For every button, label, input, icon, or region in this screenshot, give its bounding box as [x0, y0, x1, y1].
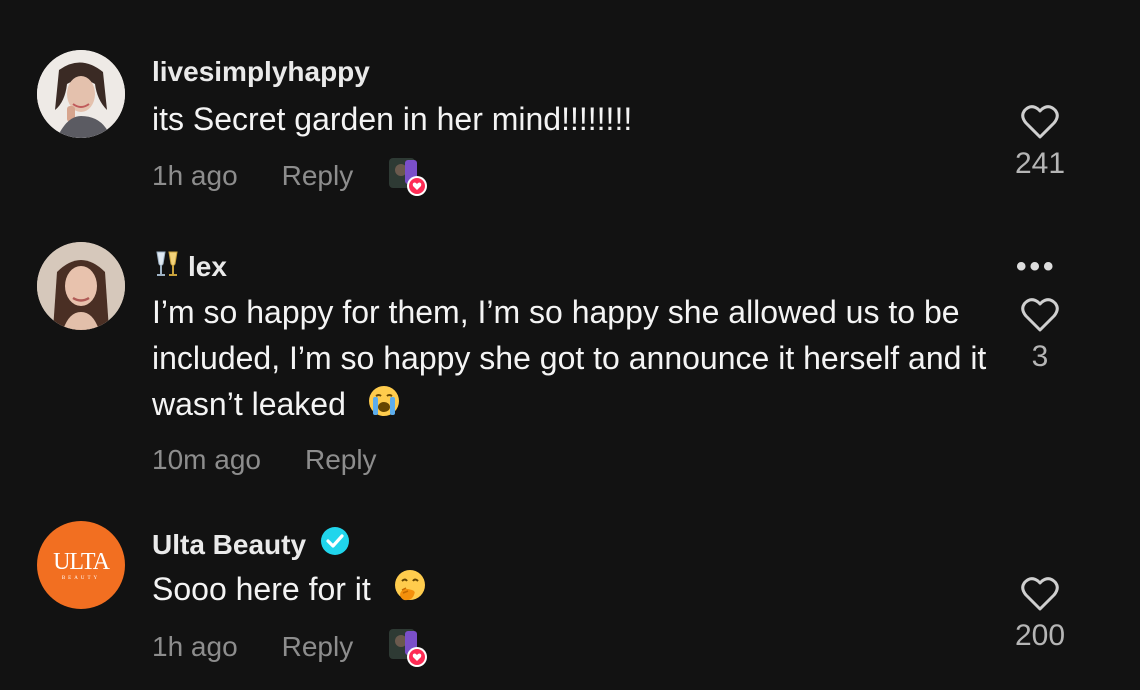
comment-body: Sooo here for it: [152, 571, 371, 607]
timestamp: 10m ago: [152, 444, 261, 475]
timestamp: 1h ago: [152, 160, 238, 191]
loudly-crying-face-icon: [367, 384, 401, 430]
reply-button[interactable]: Reply: [305, 444, 377, 476]
timestamp: 1h ago: [152, 631, 238, 662]
avatar-image: [37, 50, 125, 138]
clinking-glasses-icon: [152, 248, 182, 285]
avatar[interactable]: [37, 50, 125, 138]
comment-meta: 1h ago Reply: [152, 156, 428, 196]
like-area: 200: [990, 576, 1090, 653]
username[interactable]: lex: [152, 248, 227, 285]
comment-text: Sooo here for it: [152, 566, 992, 616]
like-count: 241: [1014, 147, 1066, 180]
username-text[interactable]: livesimplyhappy: [152, 56, 370, 88]
more-options-button[interactable]: •••: [1016, 250, 1057, 284]
comment-meta: 1h ago Reply: [152, 627, 428, 667]
username[interactable]: livesimplyhappy: [152, 56, 370, 88]
heart-icon[interactable]: [1020, 104, 1060, 140]
heart-icon[interactable]: [1020, 297, 1060, 333]
ulta-logo-text: ULTA: [53, 548, 110, 575]
avatar[interactable]: ULTA BEAUTY: [37, 521, 125, 609]
verified-badge-icon: [320, 526, 350, 563]
comment-text: I’m so happy for them, I’m so happy she …: [152, 289, 992, 430]
like-count: 3: [1031, 340, 1049, 373]
avatar-image: [37, 242, 125, 330]
like-count: 200: [1014, 619, 1066, 652]
face-with-hand-over-mouth-icon: [392, 568, 428, 616]
ulta-logo-subtext: BEAUTY: [61, 575, 101, 581]
ulta-logo: ULTA BEAUTY: [53, 548, 110, 581]
comment-text: its Secret garden in her mind!!!!!!!!: [152, 96, 992, 142]
like-area: 241: [990, 104, 1090, 181]
avatar[interactable]: [37, 242, 125, 330]
reply-button[interactable]: Reply: [282, 631, 354, 663]
heart-icon[interactable]: [1020, 576, 1060, 612]
creator-liked-icon: [387, 627, 428, 667]
username-text[interactable]: Ulta Beauty: [152, 529, 306, 561]
reply-button[interactable]: Reply: [282, 160, 354, 192]
comment-body: I’m so happy for them, I’m so happy she …: [152, 294, 987, 422]
creator-liked-icon: [387, 156, 428, 196]
comment-meta: 10m ago Reply: [152, 440, 377, 480]
username[interactable]: Ulta Beauty: [152, 526, 350, 563]
like-area: 3: [990, 297, 1090, 374]
comment-body: its Secret garden in her mind!!!!!!!!: [152, 101, 633, 137]
username-text[interactable]: lex: [188, 251, 227, 283]
